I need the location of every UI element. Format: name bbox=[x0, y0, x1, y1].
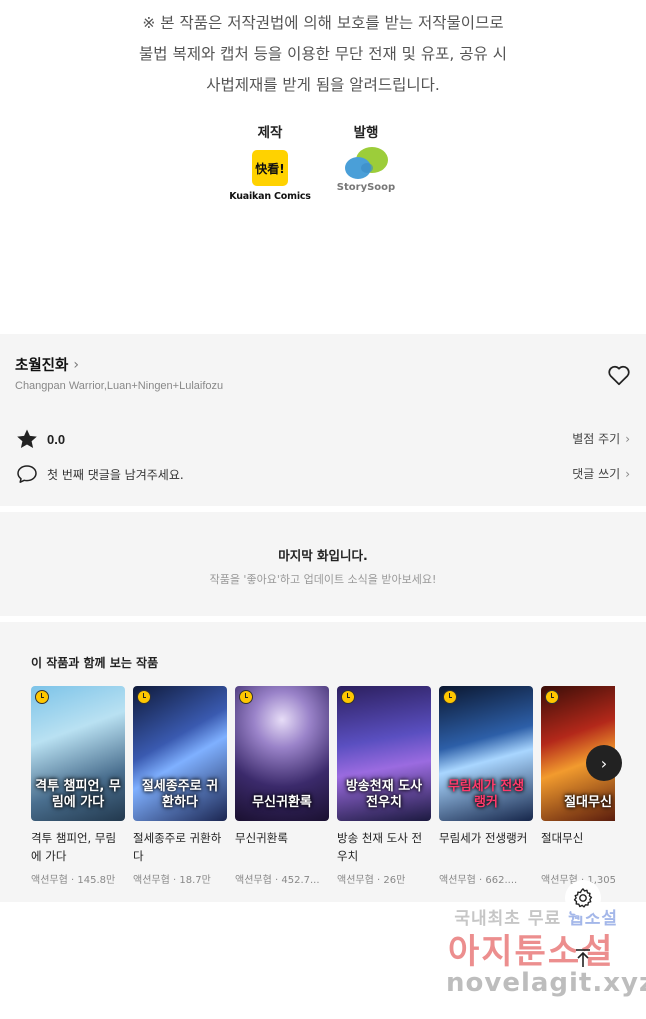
clock-badge-icon bbox=[545, 690, 559, 704]
card-title: 무림세가 전생랭커 bbox=[439, 831, 528, 845]
meta-separator: · bbox=[275, 875, 279, 886]
last-episode-title: 마지막 화입니다. bbox=[278, 548, 368, 563]
cover-title: 절대무신 bbox=[564, 795, 612, 810]
heart-icon[interactable] bbox=[606, 362, 632, 388]
card-views: 18.7만 bbox=[179, 875, 211, 886]
maker-label: 제작 bbox=[257, 125, 283, 141]
card-views: 662.... bbox=[485, 875, 518, 886]
carousel-next-button[interactable]: › bbox=[586, 745, 622, 781]
card-views: 145.8만 bbox=[77, 875, 116, 886]
arrow-up-icon bbox=[576, 949, 590, 967]
cover-title: 무신귀환록 bbox=[252, 795, 312, 810]
card-thumbnail: 무림세가 전생랭커 bbox=[439, 686, 533, 821]
chevron-right-icon: › bbox=[625, 431, 630, 446]
chevron-right-icon: › bbox=[600, 753, 608, 773]
card-genre: 액션무협 bbox=[439, 875, 476, 886]
last-episode-subtitle: 작품을 '좋아요'하고 업데이트 소식을 받아보세요! bbox=[209, 573, 437, 586]
storysoop-logo-icon bbox=[345, 147, 388, 179]
card-title: 격투 챔피언, 무림에 가다 bbox=[31, 831, 117, 863]
clock-badge-icon bbox=[137, 690, 151, 704]
cover-title: 절세종주로 귀환하다 bbox=[141, 779, 219, 810]
cover-title: 무림세가 전생랭커 bbox=[447, 779, 525, 810]
meta-separator: · bbox=[173, 875, 177, 886]
copyright-line: ※ 본 작품은 저작권법에 의해 보호를 받는 저작물이므로 bbox=[142, 14, 504, 32]
kuaikan-logo-mark: 快看! bbox=[252, 150, 288, 186]
recommendation-card[interactable]: 절대무신 절대무신 액션무협 · 1,305 bbox=[541, 686, 615, 886]
recommendations-title: 이 작품과 함께 보는 작품 bbox=[31, 656, 159, 670]
card-thumbnail: 방송천재 도사 전우치 bbox=[337, 686, 431, 821]
card-title: 방송 천재 도사 전우치 bbox=[337, 831, 423, 863]
kuaikan-logo: 快看! Kuaikan Comics bbox=[222, 146, 318, 202]
work-info-panel: 초월진화 › Changpan Warrior,Luan+Ningen+Lula… bbox=[0, 334, 646, 506]
publisher-label: 발행 bbox=[353, 125, 379, 141]
work-title-link[interactable]: 초월진화 › bbox=[15, 354, 79, 375]
card-views: 26만 bbox=[383, 875, 406, 886]
copyright-line: 불법 복제와 캡처 등을 이용한 무단 전재 및 유포, 공유 시 bbox=[139, 45, 507, 63]
comment-prompt-text: 첫 번째 댓글을 남겨주세요. bbox=[47, 467, 184, 482]
rate-button[interactable]: 별점 주기 › bbox=[572, 430, 630, 447]
recommendation-card[interactable]: 무신귀환록 무신귀환록 액션무협 · 452.7... bbox=[235, 686, 329, 886]
rating-value: 0.0 bbox=[47, 431, 66, 447]
card-thumbnail: 무신귀환록 bbox=[235, 686, 329, 821]
card-genre: 액션무협 bbox=[133, 875, 170, 886]
card-meta: 액션무협 · 145.8만 bbox=[31, 871, 125, 886]
copyright-line: 사법제재를 받게 됨을 알려드립니다. bbox=[206, 76, 440, 94]
card-meta: 액션무협 · 26만 bbox=[337, 871, 431, 886]
clock-badge-icon bbox=[239, 690, 253, 704]
cover-title: 방송천재 도사 전우치 bbox=[345, 779, 423, 810]
work-title: 초월진화 bbox=[15, 358, 69, 374]
rate-button-label: 별점 주기 bbox=[572, 432, 621, 446]
card-meta: 액션무협 · 452.7... bbox=[235, 871, 329, 886]
maker-credit: 제작 快看! Kuaikan Comics bbox=[222, 120, 318, 202]
star-icon bbox=[17, 429, 37, 448]
last-episode-notice: 마지막 화입니다. 작품을 '좋아요'하고 업데이트 소식을 받아보세요! bbox=[0, 512, 646, 616]
copyright-notice: ※ 본 작품은 저작권법에 의해 보호를 받는 저작물이므로 불법 복제와 캡처… bbox=[0, 8, 646, 101]
card-genre: 액션무협 bbox=[235, 875, 272, 886]
write-comment-label: 댓글 쓰기 bbox=[572, 467, 621, 481]
comment-prompt: 첫 번째 댓글을 남겨주세요. bbox=[15, 462, 184, 486]
watermark-line3: novelagit.xyz bbox=[446, 968, 646, 998]
recommendations-section: 이 작품과 함께 보는 작품 격투 챔피언, 무림에 가다 격투 챔피언, 무림… bbox=[0, 622, 646, 902]
credits: 제작 快看! Kuaikan Comics 발행 StorySoop bbox=[0, 120, 646, 210]
recommendation-card[interactable]: 무림세가 전생랭커 무림세가 전생랭커 액션무협 · 662.... bbox=[439, 686, 533, 886]
recommendation-card[interactable]: 격투 챔피언, 무림에 가다 격투 챔피언, 무림에 가다 액션무협 · 145… bbox=[31, 686, 125, 886]
meta-separator: · bbox=[479, 875, 483, 886]
card-genre: 액션무협 bbox=[31, 875, 68, 886]
meta-separator: · bbox=[71, 875, 75, 886]
clock-badge-icon bbox=[443, 690, 457, 704]
card-thumbnail: 절세종주로 귀환하다 bbox=[133, 686, 227, 821]
rating-display: 0.0 bbox=[15, 427, 65, 451]
cover-title: 격투 챔피언, 무림에 가다 bbox=[35, 779, 121, 810]
write-comment-button[interactable]: 댓글 쓰기 › bbox=[572, 465, 630, 482]
storysoop-logo-name: StorySoop bbox=[336, 182, 396, 193]
scroll-top-button[interactable] bbox=[565, 940, 601, 976]
meta-separator: · bbox=[377, 875, 381, 886]
card-title: 절세종주로 귀환하다 bbox=[133, 831, 222, 863]
kuaikan-logo-name: Kuaikan Comics bbox=[229, 191, 311, 202]
gear-icon bbox=[573, 888, 593, 908]
work-authors: Changpan Warrior,Luan+Ningen+Lulaifozu bbox=[15, 380, 224, 392]
recommendations-carousel: 격투 챔피언, 무림에 가다 격투 챔피언, 무림에 가다 액션무협 · 145… bbox=[31, 686, 615, 902]
card-title: 무신귀환록 bbox=[235, 831, 288, 845]
card-views: 452.7... bbox=[281, 875, 320, 886]
card-meta: 액션무협 · 18.7만 bbox=[133, 871, 227, 886]
chevron-right-icon: › bbox=[625, 466, 630, 481]
card-title: 절대무신 bbox=[541, 831, 584, 845]
recommendation-card[interactable]: 방송천재 도사 전우치 방송 천재 도사 전우치 액션무협 · 26만 bbox=[337, 686, 431, 886]
card-thumbnail: 격투 챔피언, 무림에 가다 bbox=[31, 686, 125, 821]
clock-badge-icon bbox=[341, 690, 355, 704]
card-meta: 액션무협 · 662.... bbox=[439, 871, 533, 886]
recommendation-card[interactable]: 절세종주로 귀환하다 절세종주로 귀환하다 액션무협 · 18.7만 bbox=[133, 686, 227, 886]
chevron-right-icon: › bbox=[73, 356, 79, 373]
clock-badge-icon bbox=[35, 690, 49, 704]
site-watermark: 국내최초 무료 웹소설 아지툰소설 novelagit.xyz bbox=[440, 902, 646, 1012]
comment-bubble-icon bbox=[17, 465, 37, 483]
publisher-credit: 발행 StorySoop bbox=[326, 120, 406, 193]
settings-button[interactable] bbox=[565, 880, 601, 916]
storysoop-logo: StorySoop bbox=[326, 146, 406, 193]
card-genre: 액션무협 bbox=[337, 875, 374, 886]
